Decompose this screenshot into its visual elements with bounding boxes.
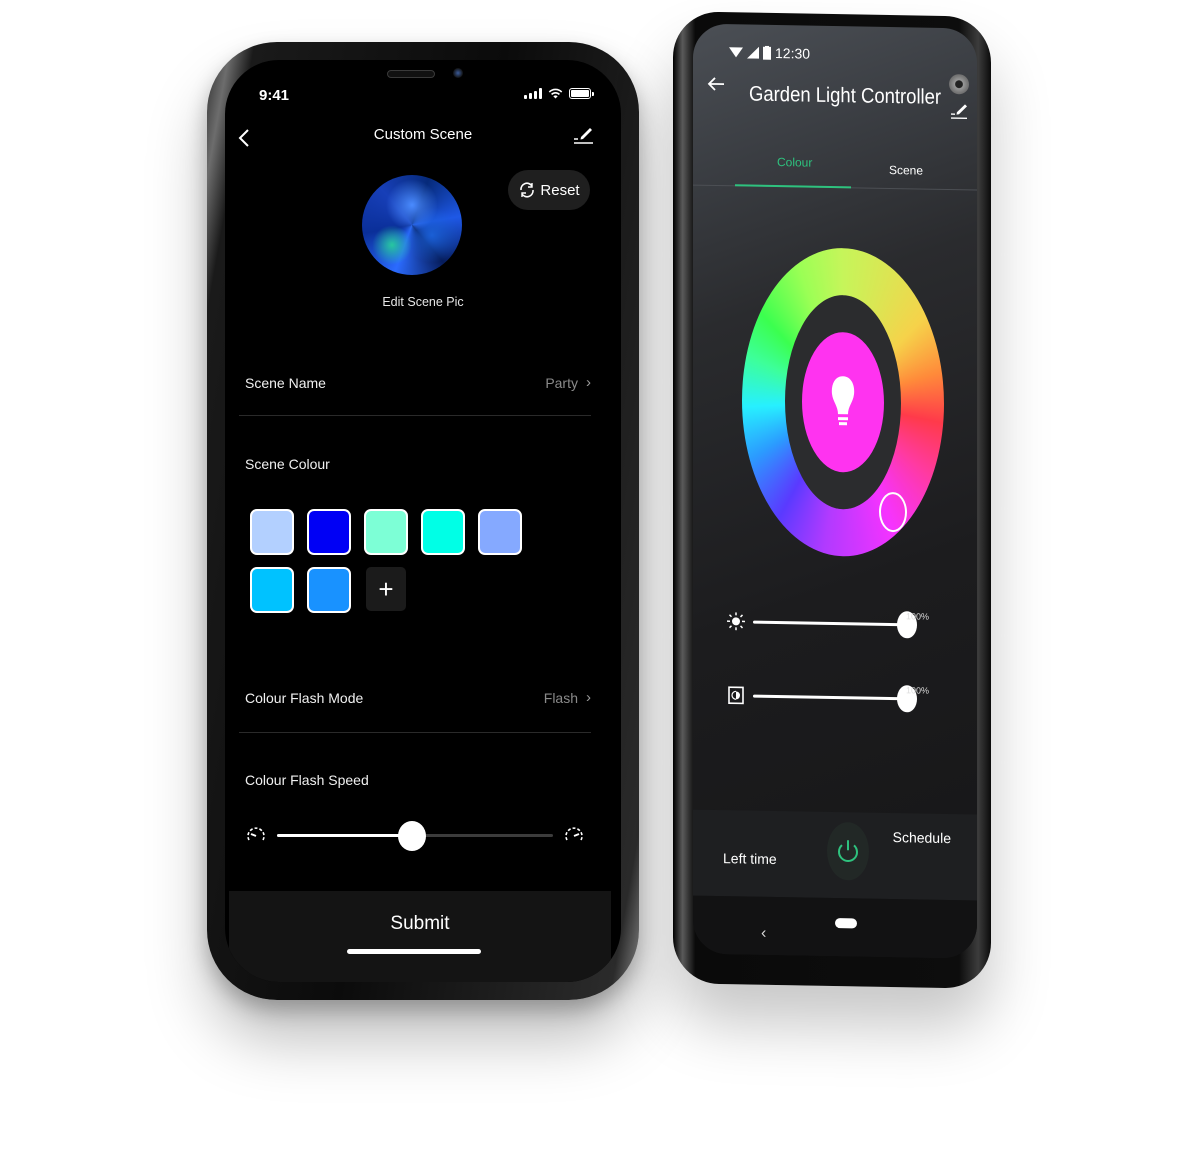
status-icons <box>524 88 594 99</box>
home-indicator <box>347 949 481 954</box>
active-tab-indicator <box>735 184 851 189</box>
speed-slow-icon <box>247 827 265 841</box>
brightness-value: 100% <box>905 611 929 622</box>
scene-colour-label: Scene Colour <box>245 456 330 472</box>
wifi-icon <box>548 88 563 99</box>
colour-wheel[interactable] <box>742 246 944 558</box>
colour-swatch[interactable] <box>307 567 351 613</box>
nav-home-pill[interactable] <box>835 918 857 929</box>
scene-name-value: Party <box>545 374 578 391</box>
wifi-icon <box>729 47 743 58</box>
refresh-icon <box>520 182 535 198</box>
chevron-right-icon: › <box>586 689 591 706</box>
left-time-button[interactable]: Left time <box>723 850 777 867</box>
android-device: 12:30 Garden Light Controller Colour Sce… <box>673 11 991 989</box>
edit-button[interactable] <box>949 98 969 120</box>
divider <box>239 732 591 733</box>
scene-picture[interactable] <box>362 175 462 275</box>
colour-swatch[interactable] <box>250 567 294 613</box>
power-button[interactable] <box>827 821 869 881</box>
cellular-signal-icon <box>747 46 759 59</box>
android-nav-bar: ‹ <box>693 895 977 959</box>
battery-icon <box>763 45 771 60</box>
chevron-right-icon: › <box>586 374 591 391</box>
scene-name-label: Scene Name <box>245 374 326 391</box>
selected-colour-preview[interactable] <box>802 331 884 473</box>
brightness-track[interactable] <box>753 611 917 639</box>
schedule-button[interactable]: Schedule <box>893 829 951 846</box>
tab-bar: Colour Scene <box>693 135 977 191</box>
status-time: 9:41 <box>259 87 290 104</box>
cellular-signal-icon <box>524 88 542 99</box>
battery-icon <box>569 88 594 99</box>
front-camera <box>949 74 969 95</box>
submit-bar: Submit <box>229 891 611 982</box>
add-colour-button[interactable]: + <box>366 567 406 611</box>
flash-mode-value: Flash <box>543 689 578 706</box>
colour-picker-handle[interactable] <box>879 491 907 533</box>
saturation-value: 100% <box>905 685 929 696</box>
flash-mode-value-wrap: Flash › <box>544 689 591 706</box>
brightness-slider: 100% <box>727 606 947 640</box>
speed-thumb[interactable] <box>398 821 427 851</box>
colour-swatch[interactable] <box>421 509 465 555</box>
edit-scene-pic-label[interactable]: Edit Scene Pic <box>225 295 621 309</box>
flash-speed-slider <box>245 820 585 851</box>
speaker-grille <box>387 70 435 78</box>
scene-name-value-wrap: Party › <box>545 374 591 391</box>
colour-swatch[interactable] <box>364 509 408 555</box>
bottom-action-bar: Left time Schedule <box>693 809 977 901</box>
saturation-track[interactable] <box>753 685 917 713</box>
reset-button[interactable]: Reset <box>508 170 590 210</box>
speed-fast-icon <box>565 827 583 841</box>
tab-colour[interactable]: Colour <box>777 155 812 170</box>
divider <box>239 415 591 416</box>
colour-swatch[interactable] <box>250 509 294 555</box>
flash-mode-row[interactable]: Colour Flash Mode Flash › <box>245 689 591 706</box>
garden-light-screen: 12:30 Garden Light Controller Colour Sce… <box>693 23 977 959</box>
edit-pencil-icon <box>574 128 593 144</box>
edit-button[interactable] <box>571 122 595 146</box>
custom-scene-screen: 9:41 Custom Scene Edit Scene Pic Reset S… <box>225 60 621 982</box>
nav-back-icon[interactable]: ‹ <box>761 925 766 943</box>
android-status-bar: 12:30 <box>729 44 811 62</box>
brightness-sun-icon <box>727 612 745 631</box>
iphone-device: 9:41 Custom Scene Edit Scene Pic Reset S… <box>207 42 639 1000</box>
power-icon <box>838 840 858 862</box>
scene-name-row[interactable]: Scene Name Party › <box>245 374 591 391</box>
submit-button[interactable]: Submit <box>229 913 611 935</box>
page-title: Custom Scene <box>373 126 473 143</box>
saturation-icon <box>728 686 744 705</box>
flash-mode-label: Colour Flash Mode <box>245 689 364 706</box>
reset-label: Reset <box>540 181 580 199</box>
speed-track[interactable] <box>277 821 553 851</box>
saturation-slider: 100% <box>727 680 947 714</box>
light-bulb-icon <box>831 376 855 426</box>
front-camera <box>453 68 463 78</box>
status-time: 12:30 <box>775 45 811 62</box>
tab-scene[interactable]: Scene <box>889 163 923 178</box>
colour-wheel-inner-ring <box>785 294 901 511</box>
speed-fill <box>277 834 413 837</box>
arrow-left-icon <box>707 77 724 91</box>
app-title: Garden Light Controller <box>749 82 942 109</box>
edit-pencil-icon <box>951 104 967 120</box>
colour-swatches: + <box>250 509 550 613</box>
flash-speed-label: Colour Flash Speed <box>245 772 369 788</box>
colour-swatch[interactable] <box>478 509 522 555</box>
plus-icon: + <box>378 573 394 604</box>
colour-swatch[interactable] <box>307 509 351 555</box>
back-button[interactable] <box>707 72 725 98</box>
